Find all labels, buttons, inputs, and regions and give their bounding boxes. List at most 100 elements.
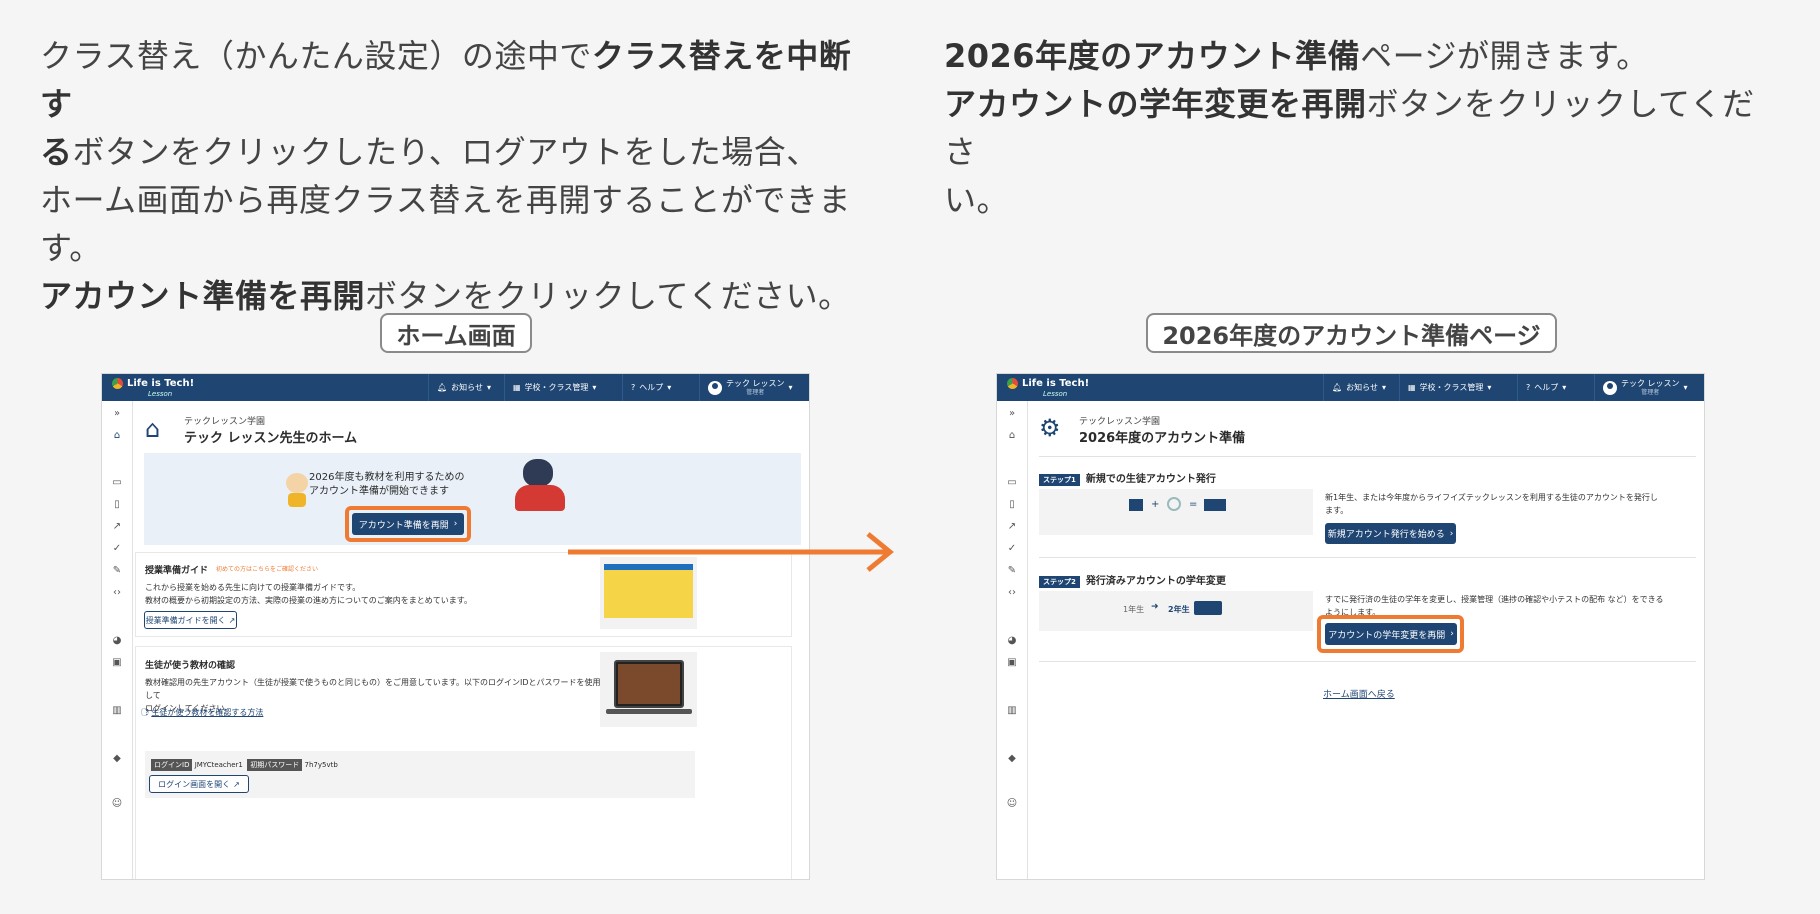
chart-icon[interactable]: ▥ (1005, 704, 1019, 718)
arrow-connector (568, 532, 894, 572)
caption-prep: 2026年度のアカウント準備ページ (1146, 313, 1557, 353)
user-role: 管理者 (746, 388, 765, 396)
logo-sub: Lesson (148, 390, 173, 398)
divider (1039, 557, 1696, 558)
right-text-bold2: アカウントの学年変更を再開 (944, 85, 1367, 123)
left-text-bold2: アカウント準備を再開 (40, 277, 366, 315)
help-icon: ? (631, 383, 636, 392)
user-menu[interactable]: テック レッスン 管理者 ▾ (699, 374, 809, 401)
grade-from: 1年生 (1123, 605, 1145, 614)
school-menu[interactable]: ▦ 学校・クラス管理 ▾ (1399, 374, 1499, 401)
monitor-icon[interactable]: ▭ (110, 476, 124, 490)
open-login-button[interactable]: ログイン画面を開く ↗ (149, 775, 249, 793)
app-logo[interactable]: Life is Tech! Lesson (1007, 378, 1090, 398)
left-text-line5: ボタンをクリックしてください。 (365, 277, 851, 315)
document-icon[interactable]: ▯ (110, 498, 124, 512)
pencil-icon[interactable]: ✎ (110, 564, 124, 578)
code-icon[interactable]: ‹› (110, 586, 124, 600)
help-menu[interactable]: ? ヘルプ ▾ (1517, 374, 1574, 401)
banner-text: 2026年度も教材を利用するための アカウント準備が開始できます (309, 471, 464, 499)
avatar (1603, 380, 1617, 395)
trend-icon[interactable]: ↗ (1005, 520, 1019, 534)
palette-icon[interactable]: ◕ (110, 634, 124, 648)
app-logo[interactable]: Life is Tech! Lesson (112, 378, 194, 398)
document-icon[interactable]: ▯ (1005, 498, 1019, 512)
school-label: 学校・クラス管理 (524, 383, 589, 392)
password-label: 初期パスワード (247, 759, 303, 771)
help-menu[interactable]: ? ヘルプ ▾ (622, 374, 679, 401)
home-icon[interactable]: ⌂ (110, 429, 124, 443)
step1-button-label: 新規アカウント発行を始める (1327, 530, 1445, 540)
chevron-down-icon: ▾ (1683, 383, 1688, 392)
left-text-bold1-cont: る (40, 133, 73, 171)
materials-link-label: 生徒が使う教材を確認する方法 (151, 708, 264, 717)
user-menu[interactable]: テック レッスン 管理者 ▾ (1594, 374, 1704, 401)
step1-desc-line2: ます。 (1325, 506, 1349, 515)
guide-title: 授業準備ガイド (145, 566, 209, 576)
resume-account-prep-button[interactable]: アカウント準備を再開 › (352, 513, 464, 535)
smile-icon[interactable]: ☺ (1005, 797, 1019, 811)
step1-title: 新規での生徒アカウント発行 (1085, 474, 1216, 485)
back-home-link[interactable]: ホーム画面へ戻る (1323, 687, 1395, 700)
logo-sub: Lesson (1043, 390, 1068, 398)
pencil-icon[interactable]: ✎ (1005, 564, 1019, 578)
step1-tag: ステップ1 (1039, 474, 1080, 486)
login-button-label: ログイン画面を開く (158, 779, 231, 789)
school-name: テックレッスン学園 (1079, 417, 1161, 427)
left-text-line2: ボタンをクリックしたり、ログアウトをした場合、 (72, 133, 819, 171)
school-menu[interactable]: ▦ 学校・クラス管理 ▾ (504, 374, 604, 401)
left-text-line4: す。 (40, 229, 102, 267)
news-label: お知らせ (1346, 383, 1378, 392)
materials-card: 生徒が使う教材の確認 教材確認用の先生アカウント（生徒が授業で使うものと同じもの… (135, 646, 792, 879)
house-icon: ⌂ (145, 415, 161, 443)
palette-icon[interactable]: ◕ (1005, 634, 1019, 648)
chevron-right-icon: › (1449, 528, 1454, 539)
news-menu[interactable]: 🔔︎ お知らせ ▾ (428, 374, 499, 401)
news-menu[interactable]: 🔔︎ お知らせ ▾ (1323, 374, 1394, 401)
logo-text: Life is Tech! (1022, 378, 1090, 389)
home-icon[interactable]: ⌂ (1005, 429, 1019, 443)
sidebar: » ⌂ ▭ ▯ ↗ ✓ ✎ ‹› ◕ ▣ ▥ ◆ ☺ (102, 401, 133, 879)
chevron-down-icon: ▾ (667, 383, 672, 392)
guide-desc-line2: 教材の概要から初期設定の方法、実際の授業の進め方についてのご案内をまとめています… (145, 596, 472, 605)
step1-illustration: + = (1039, 489, 1313, 535)
open-guide-button[interactable]: 授業準備ガイドを開く ↗ (144, 611, 237, 629)
check-icon[interactable]: ✓ (1005, 542, 1019, 556)
resume-grade-change-button[interactable]: アカウントの学年変更を再開 › (1325, 623, 1457, 645)
chevron-right-icon: › (453, 519, 458, 529)
image-icon[interactable]: ▣ (1005, 656, 1019, 670)
expand-icon[interactable]: » (110, 407, 124, 421)
monitor-icon[interactable]: ▭ (1005, 476, 1019, 490)
help-icon: ? (1526, 383, 1531, 392)
check-icon[interactable]: ✓ (110, 542, 124, 556)
step1-heading: ステップ1 新規での生徒アカウント発行 (1039, 470, 1216, 486)
logo-icon (112, 378, 123, 389)
home-screenshot: Life is Tech! Lesson 🔔︎ お知らせ ▾ ▦ 学校・クラス管理 ▾ ?… (101, 373, 810, 880)
materials-help-link[interactable]: ?⃝ 生徒が使う教材を確認する方法 (145, 707, 263, 718)
start-new-accounts-button[interactable]: 新規アカウント発行を始める › (1325, 523, 1456, 544)
help-label: ヘルプ (1534, 383, 1559, 392)
step1-description: 新1年生、または今年度からライフイズテックレッスンを利用する生徒のアカウントを発… (1325, 491, 1695, 517)
step2-button-label: アカウントの学年変更を再開 (1328, 630, 1446, 641)
left-text-line1: クラス替え（かんたん設定）の途中で (40, 37, 592, 75)
code-icon[interactable]: ‹› (1005, 586, 1019, 600)
school-name: テックレッスン学園 (184, 417, 266, 427)
laptop-thumbnail (600, 652, 697, 727)
smile-icon[interactable]: ☺ (110, 797, 124, 811)
expand-icon[interactable]: » (1005, 407, 1019, 421)
user-name: テック レッスン (1621, 378, 1680, 388)
banner-line1: 2026年度も教材を利用するための (309, 472, 465, 483)
login-info-box: ログインID JMYCteacher1 初期パスワード 7h7y5vtb ログイ… (145, 751, 695, 798)
building-icon: ▦ (1408, 383, 1416, 392)
logo-icon (1007, 378, 1018, 389)
bull-mascot-icon (511, 459, 569, 515)
image-icon[interactable]: ▣ (110, 656, 124, 670)
step2-desc-line1: すでに発行済の生徒の学年を変更し、授業管理（進捗の確認や小テストの配布 など）を… (1325, 595, 1664, 604)
resume-button-label: アカウント準備を再開 (358, 520, 449, 531)
prep-screenshot: Life is Tech! Lesson 🔔︎ お知らせ ▾ ▦ 学校・クラス管理 ▾ ?… (996, 373, 1705, 880)
chevron-down-icon: ▾ (487, 383, 492, 392)
beginner-icon[interactable]: ◆ (1005, 752, 1019, 766)
chart-icon[interactable]: ▥ (110, 704, 124, 718)
trend-icon[interactable]: ↗ (110, 520, 124, 534)
beginner-icon[interactable]: ◆ (110, 752, 124, 766)
